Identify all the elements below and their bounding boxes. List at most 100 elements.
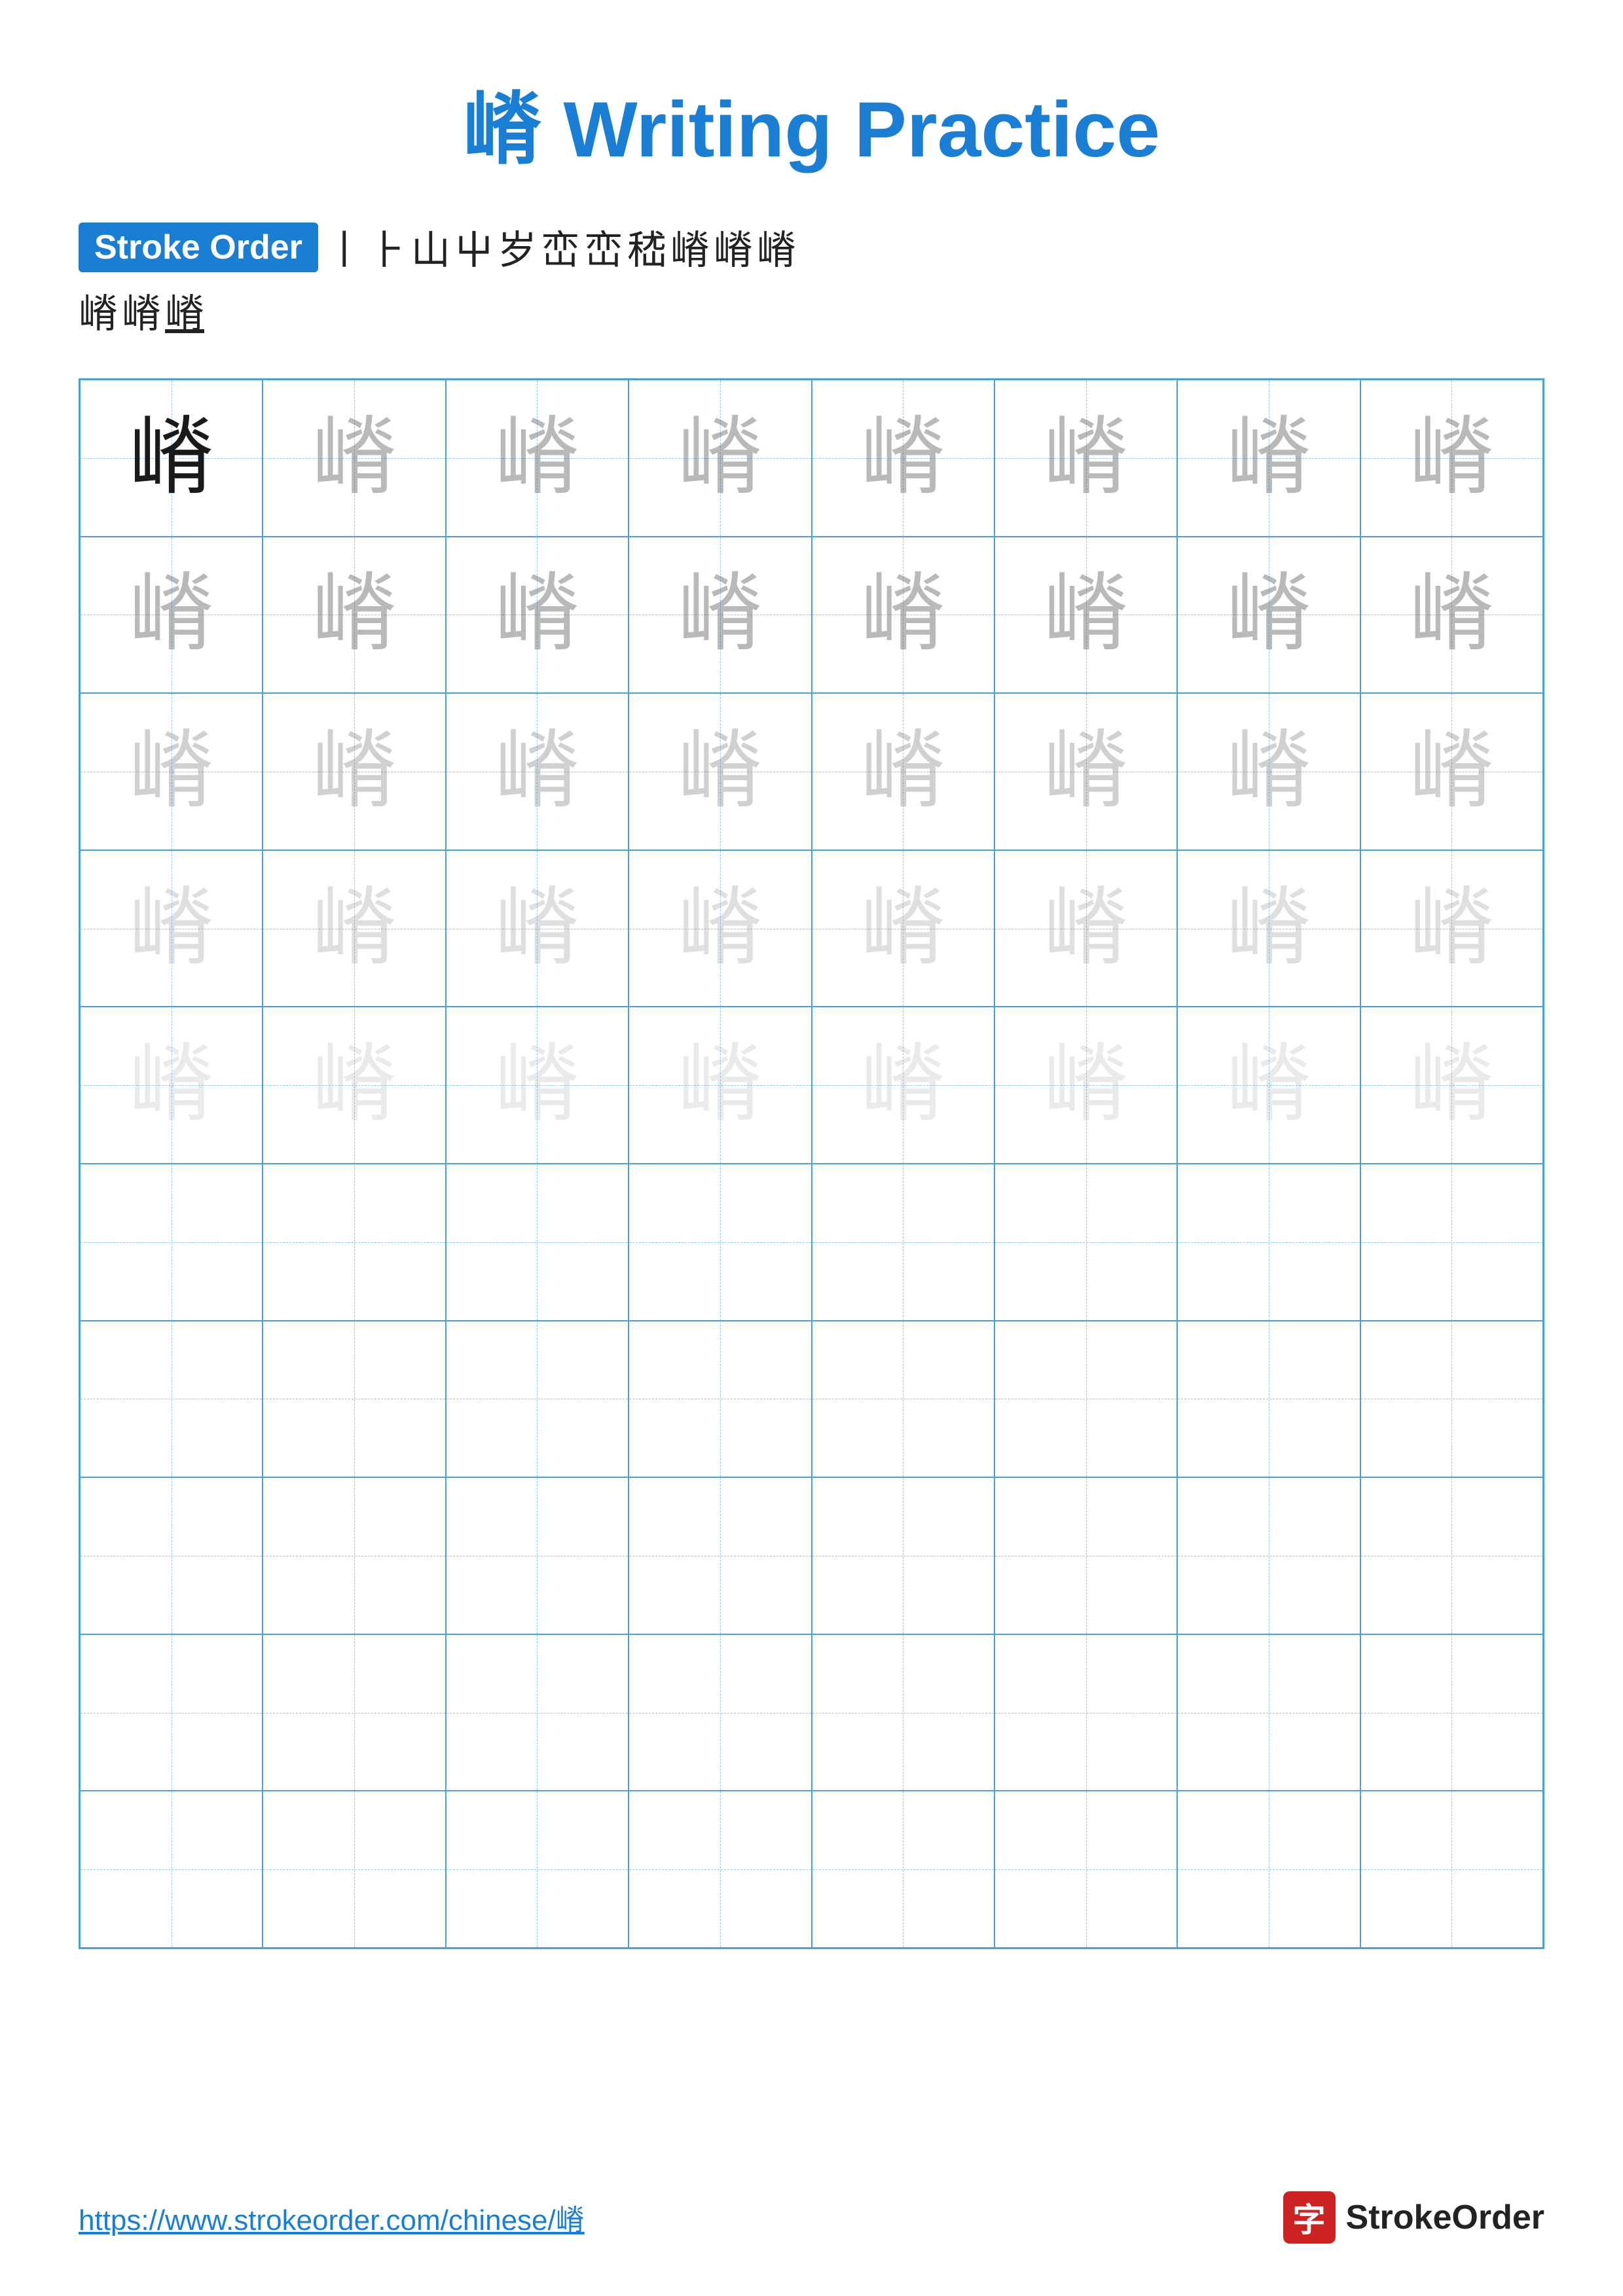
grid-cell[interactable] (446, 1791, 629, 1948)
practice-char: 嵴 (129, 572, 214, 657)
grid-cell[interactable]: 嵴 (446, 693, 629, 850)
grid-cell[interactable]: 嵴 (263, 380, 445, 537)
practice-char: 嵴 (494, 416, 579, 501)
grid-cell[interactable]: 嵴 (80, 380, 263, 537)
grid-cell[interactable] (80, 1634, 263, 1791)
grid-cell[interactable]: 嵴 (629, 1007, 811, 1164)
practice-char: 嵴 (129, 729, 214, 814)
practice-char: 嵴 (678, 572, 763, 657)
grid-cell[interactable]: 嵴 (812, 537, 994, 694)
grid-cell[interactable]: 嵴 (1360, 380, 1543, 537)
grid-cell[interactable]: 嵴 (812, 1007, 994, 1164)
grid-cell[interactable] (446, 1634, 629, 1791)
grid-cell[interactable]: 嵴 (263, 1007, 445, 1164)
practice-char: 嵴 (1409, 572, 1494, 657)
practice-char: 嵴 (1226, 886, 1311, 971)
grid-cell[interactable] (80, 1164, 263, 1321)
stroke-6: 峦 (541, 219, 580, 276)
grid-cell[interactable] (629, 1477, 811, 1634)
grid-cell[interactable]: 嵴 (629, 537, 811, 694)
grid-cell[interactable]: 嵴 (1360, 850, 1543, 1007)
practice-char: 嵴 (1044, 1043, 1129, 1128)
practice-char: 嵴 (312, 416, 397, 501)
grid-cell[interactable] (263, 1791, 445, 1948)
grid-cell[interactable] (80, 1791, 263, 1948)
stroke-14: 嵴 (165, 282, 204, 339)
grid-cell[interactable] (812, 1477, 994, 1634)
stroke-13: 嵴 (122, 282, 161, 339)
grid-cell[interactable]: 嵴 (994, 1007, 1177, 1164)
grid-cell[interactable]: 嵴 (446, 380, 629, 537)
grid-cell[interactable]: 嵴 (629, 850, 811, 1007)
grid-cell[interactable] (812, 1634, 994, 1791)
grid-cell[interactable]: 嵴 (1360, 537, 1543, 694)
grid-cell[interactable] (629, 1791, 811, 1948)
grid-cell[interactable]: 嵴 (446, 1007, 629, 1164)
grid-cell[interactable]: 嵴 (1177, 380, 1360, 537)
grid-cell[interactable] (812, 1791, 994, 1948)
grid-cell[interactable]: 嵴 (812, 693, 994, 850)
grid-cell[interactable]: 嵴 (1177, 1007, 1360, 1164)
grid-cell[interactable] (812, 1164, 994, 1321)
footer-logo: 字 StrokeOrder (1283, 2191, 1544, 2244)
grid-cell[interactable] (263, 1634, 445, 1791)
grid-cell[interactable]: 嵴 (629, 693, 811, 850)
grid-cell[interactable] (629, 1164, 811, 1321)
practice-char: 嵴 (678, 729, 763, 814)
grid-cell[interactable] (1360, 1164, 1543, 1321)
grid-cell[interactable] (994, 1164, 1177, 1321)
grid-cell[interactable] (1177, 1164, 1360, 1321)
grid-cell[interactable] (1360, 1477, 1543, 1634)
grid-cell[interactable]: 嵴 (263, 537, 445, 694)
grid-cell[interactable]: 嵴 (812, 850, 994, 1007)
practice-char: 嵴 (860, 886, 945, 971)
grid-cell[interactable]: 嵴 (994, 537, 1177, 694)
grid-cell[interactable]: 嵴 (994, 850, 1177, 1007)
grid-cell[interactable] (1177, 1791, 1360, 1948)
grid-cell[interactable] (446, 1321, 629, 1478)
grid-cell[interactable] (812, 1321, 994, 1478)
grid-cell[interactable]: 嵴 (994, 693, 1177, 850)
grid-cell[interactable]: 嵴 (629, 380, 811, 537)
grid-cell[interactable]: 嵴 (80, 1007, 263, 1164)
grid-cell[interactable]: 嵴 (1360, 693, 1543, 850)
grid-cell[interactable] (994, 1634, 1177, 1791)
grid-cell[interactable]: 嵴 (446, 537, 629, 694)
grid-cell[interactable]: 嵴 (80, 850, 263, 1007)
grid-cell[interactable] (80, 1321, 263, 1478)
stroke-3: 山 (411, 219, 450, 276)
practice-char: 嵴 (129, 886, 214, 971)
grid-cell[interactable] (1177, 1477, 1360, 1634)
stroke-2: ⺊ (368, 219, 407, 276)
practice-grid: 嵴 嵴 嵴 嵴 嵴 嵴 嵴 嵴 嵴 嵴 嵴 (79, 378, 1544, 1949)
grid-cell[interactable]: 嵴 (1177, 850, 1360, 1007)
grid-cell[interactable] (446, 1477, 629, 1634)
grid-cell[interactable] (1360, 1321, 1543, 1478)
grid-cell[interactable] (629, 1321, 811, 1478)
grid-cell[interactable]: 嵴 (80, 693, 263, 850)
grid-cell[interactable]: 嵴 (1177, 693, 1360, 850)
grid-cell[interactable] (263, 1164, 445, 1321)
grid-cell[interactable] (1177, 1634, 1360, 1791)
grid-cell[interactable] (263, 1477, 445, 1634)
grid-cell[interactable]: 嵴 (446, 850, 629, 1007)
grid-cell[interactable] (994, 1321, 1177, 1478)
grid-cell[interactable] (994, 1477, 1177, 1634)
grid-cell[interactable] (1360, 1634, 1543, 1791)
grid-cell[interactable] (80, 1477, 263, 1634)
footer-url[interactable]: https://www.strokeorder.com/chinese/嵴 (79, 2197, 585, 2238)
grid-cell[interactable]: 嵴 (812, 380, 994, 537)
grid-cell[interactable] (263, 1321, 445, 1478)
grid-cell[interactable] (446, 1164, 629, 1321)
grid-cell[interactable]: 嵴 (1177, 537, 1360, 694)
grid-cell[interactable] (994, 1791, 1177, 1948)
grid-cell[interactable] (1360, 1791, 1543, 1948)
grid-cell[interactable]: 嵴 (263, 693, 445, 850)
grid-cell[interactable] (1177, 1321, 1360, 1478)
grid-cell[interactable]: 嵴 (263, 850, 445, 1007)
grid-cell[interactable]: 嵴 (80, 537, 263, 694)
grid-cell[interactable]: 嵴 (1360, 1007, 1543, 1164)
grid-cell[interactable]: 嵴 (994, 380, 1177, 537)
practice-char: 嵴 (312, 572, 397, 657)
grid-cell[interactable] (629, 1634, 811, 1791)
